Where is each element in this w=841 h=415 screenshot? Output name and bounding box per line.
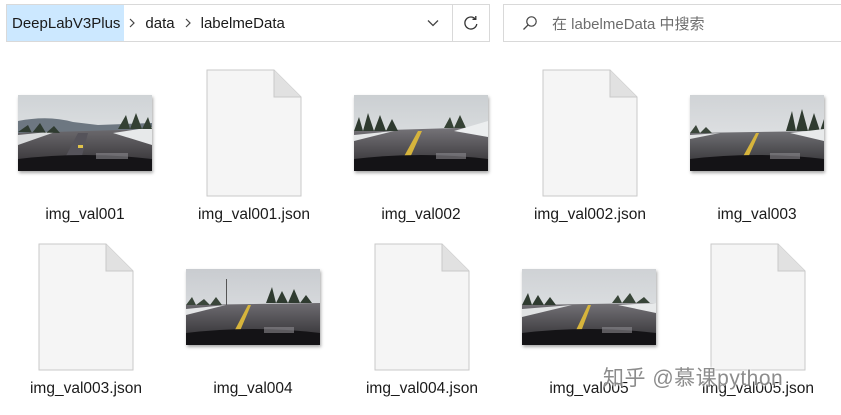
file-name: img_val003	[717, 206, 797, 223]
image-thumbnail	[354, 95, 488, 171]
file-name: img_val003.json	[29, 380, 142, 397]
file-document-icon	[374, 243, 470, 371]
file-grid: img_val001 img_val001.json img_val002 im…	[0, 0, 841, 415]
file-name: img_val001	[45, 206, 125, 223]
image-thumbnail	[18, 95, 152, 171]
file-document-icon	[542, 69, 638, 197]
file-name: img_val001.json	[197, 206, 310, 223]
file-document-icon	[710, 243, 806, 371]
file-document-icon	[206, 69, 302, 197]
file-document-icon	[38, 243, 134, 371]
file-name: img_val004	[213, 380, 293, 397]
file-name: img_val002	[381, 206, 461, 223]
image-thumbnail	[690, 95, 824, 171]
image-thumbnail	[522, 269, 656, 345]
file-name: img_val004.json	[365, 380, 478, 397]
watermark: 知乎 @慕课python	[603, 367, 784, 390]
image-thumbnail	[186, 269, 320, 345]
file-name: img_val002.json	[533, 206, 646, 223]
